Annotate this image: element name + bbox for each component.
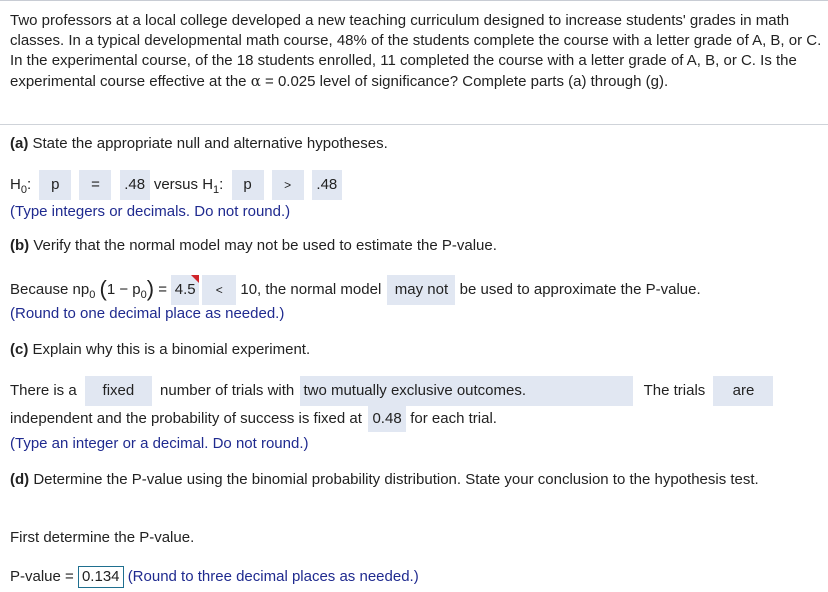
part-b-question: (b) Verify that the normal model may not… [10, 237, 497, 254]
section-divider [0, 124, 828, 125]
alpha-symbol: α [250, 72, 261, 90]
left-paren: ( [99, 276, 107, 301]
h1-value-input[interactable]: .48 [311, 170, 342, 201]
pvalue-input[interactable]: 0.134 [77, 566, 124, 588]
part-c-hint: (Type an integer or a decimal. Do not ro… [10, 435, 309, 452]
part-b-hint: (Round to one decimal place as needed.) [10, 305, 285, 322]
right-paren: ) [146, 276, 155, 301]
may-not-select[interactable]: may not [387, 275, 456, 306]
top-border [0, 0, 828, 1]
part-c-question: (c) Explain why this is a binomial exper… [10, 341, 311, 358]
h0-operator-select[interactable]: = [79, 170, 112, 201]
h0-parameter-select[interactable]: p [39, 170, 72, 201]
h0-label: H0: [10, 176, 32, 196]
first-determine-text: First determine the P-value. [10, 529, 195, 546]
h1-operator-select[interactable]: > [271, 170, 304, 201]
probability-input[interactable]: 0.48 [368, 406, 407, 433]
probability-row: independent and the probability of succe… [10, 404, 497, 434]
hypotheses-row: H0: p = .48 versus H1: p > .48 [10, 170, 342, 201]
h1-parameter-select[interactable]: p [231, 170, 264, 201]
part-a-hint: (Type integers or decimals. Do not round… [10, 203, 291, 220]
independence-select[interactable]: are [713, 376, 774, 407]
part-a-question: (a) State the appropriate null and alter… [10, 135, 388, 152]
part-d-question: (d) Determine the P-value using the bino… [10, 471, 759, 488]
normal-check-row: Because np0 (1 − p0) = 4.5 < 10, the norm… [10, 272, 701, 306]
problem-statement: Two professors at a local college develo… [10, 12, 822, 90]
incorrect-flag-icon [191, 275, 200, 284]
np-value-input[interactable]: 4.5 [171, 275, 200, 306]
binomial-conditions-row: There is a fixed number of trials with t… [10, 376, 774, 407]
part-d-hint: (Round to three decimal places as needed… [127, 568, 419, 585]
h0-value-input[interactable]: .48 [119, 170, 150, 201]
comparison-select[interactable]: < [202, 275, 237, 306]
outcomes-select[interactable]: two mutually exclusive outcomes. [300, 376, 634, 407]
fixed-select[interactable]: fixed [84, 376, 152, 407]
pvalue-row: P-value = 0.134 (Round to three decimal … [10, 566, 419, 588]
h1-label: H1: [202, 176, 224, 196]
